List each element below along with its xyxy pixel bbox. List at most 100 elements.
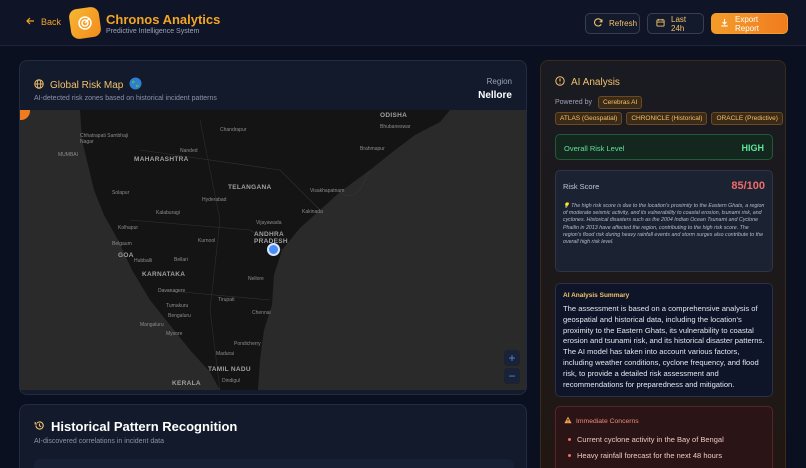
immediate-concerns-box: Immediate Concerns Current cyclone activ… [555,406,773,468]
summary-label: AI Analysis Summary [563,292,630,299]
map-label-state: KERALA [172,380,201,387]
map-label-state: TELANGANA [228,184,272,191]
zoom-out-button[interactable]: − [504,368,520,384]
risk-score-value: 85/100 [731,180,765,192]
risk-level-value: HIGH [741,143,765,153]
ai-title: AI Analysis [555,76,620,89]
risk-score-label: Risk Score [563,182,600,191]
refresh-button[interactable]: Refresh [585,13,640,34]
map-label-city: Nanded [180,148,198,154]
bullet-icon [568,454,571,457]
historical-pattern-panel: Historical Pattern Recognition AI-discov… [19,404,527,468]
globe-icon [34,78,44,92]
refresh-icon [594,18,603,29]
summary-text: The assessment is based on a comprehensi… [563,304,765,389]
model-chip-atlas[interactable]: ATLAS (Geospatial) [555,112,623,125]
app-header: Back Chronos Analytics Predictive Intell… [0,0,806,46]
map-label-city: MUMBAI [58,152,78,158]
risk-score-box: Risk Score 85/100 💡 The high risk score … [555,170,773,272]
concern-text: Current cyclone activity in the Bay of B… [577,435,724,444]
history-title: Historical Pattern Recognition [34,419,237,434]
map-label-city: Nellore [248,276,264,282]
model-chips: ATLAS (Geospatial) CHRONICLE (Historical… [555,112,783,125]
info-icon [555,76,565,89]
map-label-city: Tumakuru [166,303,189,309]
brand-title: Chronos Analytics [106,12,221,27]
map-label-state: GOA [118,252,134,259]
zoom-in-button[interactable]: + [504,350,520,366]
concern-item: Heavy rainfall forecast for the next 48 … [568,451,722,460]
earth-icon [129,77,142,93]
cerebras-chip: Cerebras AI [597,96,643,109]
map-label-city: Bhubaneswar [380,124,411,130]
bullet-icon [568,438,571,441]
map-label-city: Visakhapatnam [310,188,345,194]
global-risk-map-panel: Global Risk Map AI-detected risk zones b… [19,60,527,395]
map-label-state: ANDHRA PRADESH [254,231,288,245]
map-label-city: Bellari [174,257,188,263]
map-label-city: Kolhapur [118,225,139,231]
map-label-city: Chennai [252,310,271,316]
map-label-city: Tirupati [218,297,235,303]
map-label-state: TAMIL NADU [208,366,251,373]
map-label-city: Chhatrapati Sambhaji Nagar [80,133,129,145]
map-label-city: Brahmapur [360,146,385,152]
map-label-city: Pondicherry [234,341,261,347]
refresh-label: Refresh [609,19,638,28]
map-title-text: Global Risk Map [50,79,124,91]
map-label-city: Mysore [166,331,183,337]
risk-level-label: Overall Risk Level [564,144,625,153]
map-label-city: Kakinada [302,209,323,215]
concern-item: Current cyclone activity in the Bay of B… [568,435,724,444]
export-label: Export Report [735,14,760,33]
map-label-city: Belgaum [112,241,132,247]
warning-icon [564,416,572,426]
time-range-label: Last 24h [671,14,687,33]
history-icon [34,419,45,434]
map-label-city: Hyderabad [202,197,227,203]
map-label-state: MAHARASHTRA [134,156,189,163]
map-label-city: Davanagere [158,288,186,294]
concerns-label: Immediate Concerns [576,417,639,425]
risk-map[interactable]: MAHARASHTRA TELANGANA ODISHA ANDHRA PRAD… [20,110,526,390]
app-logo [68,6,102,40]
map-subtitle: AI-detected risk zones based on historic… [34,95,217,102]
map-label-city: Hubballi [134,258,153,264]
map-label-city: Kalaburagi [156,210,180,216]
history-subtitle: AI-discovered correlations in incident d… [34,438,164,445]
radar-icon [78,16,92,30]
powered-label: Powered by [555,99,592,106]
time-range-button[interactable]: Last 24h [647,13,704,34]
region-label: Region [486,77,512,86]
risk-score-description: 💡 The high risk score is due to the loca… [563,203,765,246]
map-label-city: Vijayawada [256,220,282,226]
map-label-city: Chandrapur [220,127,247,133]
map-label-city: Bengaluru [168,313,191,319]
history-title-text: Historical Pattern Recognition [51,419,238,434]
history-content-area [34,459,514,468]
concerns-header: Immediate Concerns [564,416,639,426]
back-label: Back [41,17,62,27]
map-label-city: Madurai [216,351,235,357]
ai-title-text: AI Analysis [571,77,620,88]
analysis-summary-box: AI Analysis Summary The assessment is ba… [555,283,773,397]
region-value: Nellore [478,90,512,101]
map-label-city: Kurnool [198,238,216,244]
back-button[interactable]: Back [26,17,61,27]
overall-risk-level: Overall Risk Level HIGH [555,134,773,160]
map-label-state: ODISHA [380,112,408,119]
map-label-city: Solapur [112,190,130,196]
model-chip-oracle[interactable]: ORACLE (Predictive) [711,112,783,125]
model-chip-chronicle[interactable]: CHRONICLE (Historical) [626,112,708,125]
map-label-city: Mangaluru [140,322,164,328]
location-marker[interactable] [267,243,280,256]
brand-subtitle: Predictive Intelligence System [106,28,200,35]
map-label-city: Dindigul [222,378,241,384]
download-icon [720,18,729,29]
map-label-state: KARNATAKA [142,271,186,278]
powered-by: Powered by Cerebras AI [555,96,643,109]
arrow-left-icon [26,17,35,27]
ai-analysis-panel: AI Analysis Powered by Cerebras AI ATLAS… [540,60,786,468]
export-report-button[interactable]: Export Report [711,13,788,34]
map-title: Global Risk Map [34,77,142,93]
